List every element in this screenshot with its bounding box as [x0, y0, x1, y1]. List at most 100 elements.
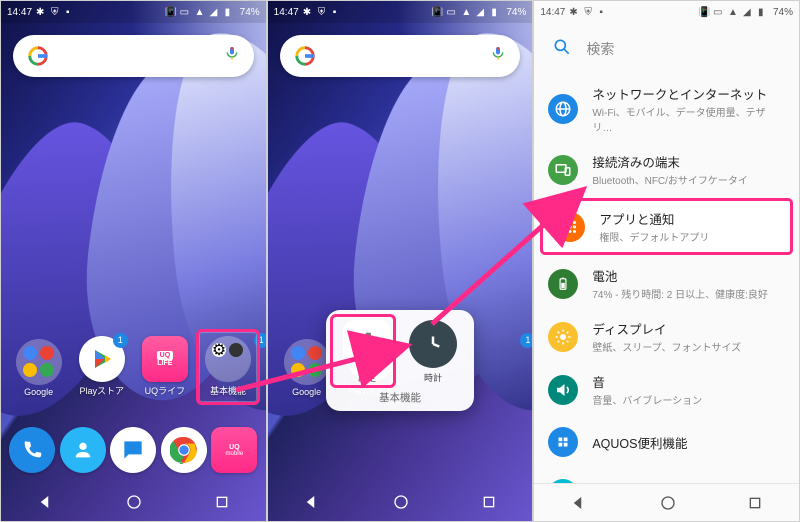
battery-icon [548, 269, 578, 299]
settings-search[interactable]: 検索 [534, 23, 799, 75]
favorites-row: UQmobile [1, 427, 266, 473]
nav-recent-icon[interactable] [481, 494, 497, 510]
settings-item-globe[interactable]: ネットワークとインターネットWi-Fi、モバイル、データ使用量、テザリ… [534, 75, 799, 143]
wifi-icon: ▲ [728, 7, 739, 18]
app-label: UQライフ [145, 384, 186, 397]
search-placeholder: 検索 [586, 39, 614, 59]
folder-app-settings[interactable]: 設定 [341, 320, 393, 384]
shield-icon: ⛨ [51, 7, 62, 18]
nav-recent-icon[interactable] [214, 494, 230, 510]
google-logo-icon [294, 45, 316, 67]
app-basic-folder[interactable]: ⚙ 基本機能 [199, 336, 257, 397]
google-search-bar[interactable] [280, 35, 521, 77]
app-play-store[interactable]: 1 Playストア [73, 336, 131, 397]
settings-item-subtitle: 壁紙、スリープ、フォントサイズ [592, 339, 741, 354]
notification-badge: 1 [520, 333, 533, 348]
nav-recent-icon[interactable] [747, 495, 763, 511]
app-label: Google [292, 387, 321, 397]
settings-item-subtitle: 権限、デフォルトアプリ [599, 229, 709, 244]
contacts-icon [60, 427, 106, 473]
signal-icon: ◢ [476, 7, 487, 18]
star-icon: ✱ [303, 7, 314, 18]
shield-icon: ⛨ [318, 7, 329, 18]
nfc-icon: ▭ [180, 7, 191, 18]
status-time: 14:47 [540, 7, 565, 18]
settings-item-subtitle: 74% - 残り時間: 2 日以上、健康度:良好 [592, 286, 768, 301]
status-time: 14:47 [274, 7, 299, 18]
settings-item-devices[interactable]: 接続済みの端末Bluetooth、NFC/おサイフケータイ [534, 143, 799, 196]
aquos-icon [548, 427, 578, 457]
nav-back-icon[interactable] [570, 494, 588, 512]
settings-item-sound[interactable]: 音音量、バイブレーション [534, 363, 799, 416]
phone-screen-2: 14:47 ✱ ⛨ ▪ 📳 ▭ ▲ ◢ ▮ 74% [267, 0, 534, 522]
folder-popup: 設定 時計 基本機能 [326, 310, 474, 411]
star-icon: ✱ [36, 7, 47, 18]
status-bar: 14:47 ✱ ⛨ ▪ 📳 ▭ ▲ ◢ ▮ 74% [268, 1, 533, 23]
status-bar: 14:47 ✱ ⛨ ▪ 📳 ▭ ▲ ◢ ▮ 74% [1, 1, 266, 23]
signal-icon: ◢ [210, 7, 221, 18]
devices-icon [548, 155, 578, 185]
globe-icon [548, 94, 578, 124]
uqmobile-icon: UQmobile [211, 427, 257, 473]
shield-icon: ⛨ [584, 7, 595, 18]
dot-icon: ▪ [333, 7, 344, 18]
app-chrome[interactable] [159, 427, 210, 473]
play-icon: 1 [79, 336, 125, 382]
vibrate-icon: 📳 [698, 7, 709, 18]
wifi-icon: ▲ [461, 7, 472, 18]
settings-item-title: アプリと通知 [599, 209, 709, 228]
star-icon: ✱ [569, 7, 580, 18]
nav-home-icon[interactable] [660, 495, 676, 511]
apps-icon [555, 212, 585, 242]
settings-item-display[interactable]: ディスプレイ壁紙、スリープ、フォントサイズ [534, 310, 799, 363]
battery-icon: ▮ [225, 7, 236, 18]
status-time: 14:47 [7, 7, 32, 18]
app-uq-life[interactable]: UQ LIFE UQライフ [136, 336, 194, 397]
settings-item-title: ディスプレイ [592, 319, 741, 338]
settings-item-aquos[interactable]: AQUOS便利機能 [534, 416, 799, 468]
navigation-bar [268, 483, 533, 521]
chrome-icon [161, 427, 207, 473]
google-search-bar[interactable] [13, 35, 254, 77]
app-label: Google [24, 387, 53, 397]
vibrate-icon: 📳 [431, 7, 442, 18]
notification-badge: 1 [113, 333, 128, 348]
app-uqmobile[interactable]: UQmobile [209, 427, 260, 473]
phone-screen-1: 14:47 ✱ ⛨ ▪ 📳 ▭ ▲ ◢ ▮ 74% [0, 0, 267, 522]
nav-home-icon[interactable] [393, 494, 409, 510]
wifi-icon: ▲ [195, 7, 206, 18]
settings-icon [343, 320, 391, 368]
mic-icon[interactable] [224, 45, 240, 67]
uqlife-icon: UQ LIFE [142, 336, 188, 382]
status-battery: 74% [773, 7, 793, 18]
display-icon [548, 322, 578, 352]
folder-title: 基本機能 [334, 390, 466, 405]
nav-back-icon[interactable] [303, 493, 321, 511]
folder-icon: ⚙ [205, 336, 251, 382]
app-phone[interactable] [7, 427, 58, 473]
settings-item-battery[interactable]: 電池74% - 残り時間: 2 日以上、健康度:良好 [534, 257, 799, 310]
settings-item-subtitle: Wi-Fi、モバイル、データ使用量、テザリ… [592, 104, 783, 134]
nfc-icon: ▭ [446, 7, 457, 18]
settings-item-title: AQUOS便利機能 [592, 433, 687, 452]
nav-back-icon[interactable] [37, 493, 55, 511]
settings-item-apps[interactable]: アプリと通知権限、デフォルトアプリ [540, 198, 793, 255]
sound-icon [548, 375, 578, 405]
app-contacts[interactable] [58, 427, 109, 473]
status-bar: 14:47 ✱ ⛨ ▪ 📳 ▭ ▲ ◢ ▮ 74% [534, 1, 799, 23]
folder-app-label: 時計 [407, 371, 459, 384]
app-messages[interactable] [108, 427, 159, 473]
settings-list: ネットワークとインターネットWi-Fi、モバイル、データ使用量、テザリ…接続済み… [534, 75, 799, 520]
nav-home-icon[interactable] [126, 494, 142, 510]
navigation-bar [534, 483, 799, 521]
folder-app-clock[interactable]: 時計 [407, 320, 459, 384]
navigation-bar [1, 483, 266, 521]
google-logo-icon [27, 45, 49, 67]
messages-icon [110, 427, 156, 473]
app-google-folder[interactable]: 1 Google [10, 339, 68, 397]
mic-icon[interactable] [490, 45, 506, 67]
folder-icon [284, 339, 330, 385]
status-battery: 74% [506, 7, 526, 18]
app-label: Playストア [79, 384, 124, 397]
settings-item-subtitle: Bluetooth、NFC/おサイフケータイ [592, 172, 748, 187]
